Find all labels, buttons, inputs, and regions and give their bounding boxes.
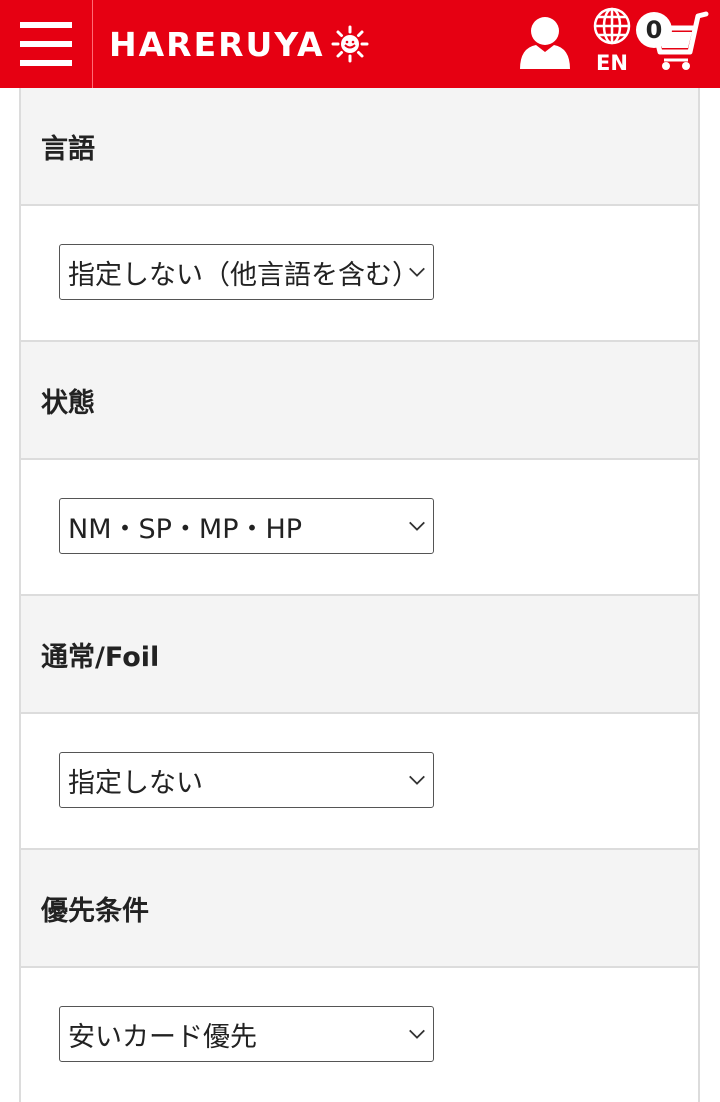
condition-select[interactable]: NM・SP・MP・HP — [59, 498, 434, 554]
filter-label-language: 言語 — [21, 88, 698, 206]
language-select-value: 指定しない（他言語を含む） — [68, 259, 419, 291]
priority-select-value: 安いカード優先 — [68, 1021, 257, 1053]
hamburger-menu-icon[interactable] — [0, 0, 93, 88]
search-filter-panel: 言語 指定しない（他言語を含む） 状態 NM・SP・MP・HP 通常/Foil … — [19, 88, 700, 1102]
cart-count-badge: 0 — [636, 12, 672, 48]
filter-label-condition: 状態 — [21, 342, 698, 460]
chevron-down-icon — [405, 773, 427, 787]
cart-button[interactable]: 0 — [634, 10, 714, 80]
chevron-down-icon — [405, 519, 427, 533]
filter-row-language: 指定しない（他言語を含む） — [21, 206, 698, 342]
globe-icon — [593, 7, 631, 45]
user-icon[interactable] — [518, 14, 572, 74]
filter-label-foil: 通常/Foil — [21, 596, 698, 714]
logo-text: HARERUYA — [109, 24, 325, 64]
filter-row-priority: 安いカード優先 — [21, 968, 698, 1102]
site-header: HARERUYA EN 0 — [0, 0, 720, 88]
filter-row-condition: NM・SP・MP・HP — [21, 460, 698, 596]
language-label: EN — [596, 51, 628, 75]
filter-label-priority: 優先条件 — [21, 850, 698, 968]
condition-select-value: NM・SP・MP・HP — [68, 513, 303, 545]
priority-select[interactable]: 安いカード優先 — [59, 1006, 434, 1062]
filter-row-foil: 指定しない — [21, 714, 698, 850]
hareruya-sun-icon — [331, 25, 369, 63]
language-switch[interactable]: EN — [590, 6, 634, 75]
foil-select-value: 指定しない — [68, 767, 203, 799]
language-select[interactable]: 指定しない（他言語を含む） — [59, 244, 434, 300]
chevron-down-icon — [405, 265, 427, 279]
foil-select[interactable]: 指定しない — [59, 752, 434, 808]
site-logo[interactable]: HARERUYA — [109, 25, 369, 64]
chevron-down-icon — [405, 1027, 427, 1041]
